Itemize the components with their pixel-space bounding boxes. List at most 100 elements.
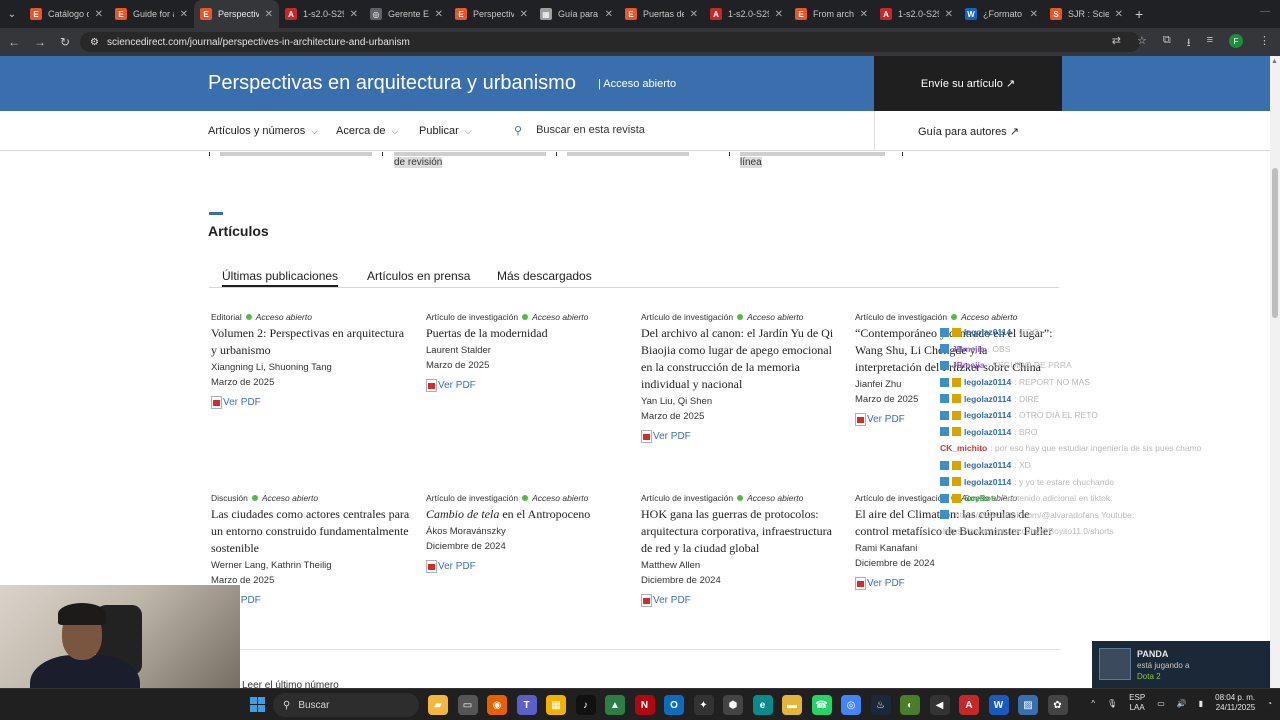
battery-icon[interactable]: ▮ bbox=[1199, 699, 1203, 708]
back-icon[interactable]: ← bbox=[8, 35, 20, 49]
tab-in-press[interactable]: Artículos en prensa bbox=[367, 269, 470, 283]
close-tab-icon[interactable]: ✕ bbox=[690, 9, 698, 20]
search-input[interactable]: Buscar en esta revista bbox=[536, 124, 645, 137]
store-icon[interactable]: ▦ bbox=[546, 695, 566, 715]
browser-tab[interactable]: E Catálogo de ✕ bbox=[24, 0, 109, 28]
url-bar[interactable]: ⚙ sciencedirect.com/journal/perspectives… bbox=[80, 32, 1140, 52]
edge-icon[interactable]: e bbox=[752, 695, 773, 715]
steam-notification[interactable]: PANDA está jugando a Dota 2 bbox=[1092, 641, 1270, 688]
bookmark-star-icon[interactable]: ☆ bbox=[1137, 34, 1147, 53]
network-icon[interactable]: ▭ bbox=[1157, 699, 1165, 708]
app-icon[interactable]: ✦ bbox=[693, 695, 714, 715]
close-tab-icon[interactable]: ✕ bbox=[350, 9, 358, 20]
app-icon[interactable]: ⬢ bbox=[723, 695, 743, 715]
reading-list-icon[interactable]: ≡ bbox=[1207, 34, 1213, 53]
netflix-icon[interactable]: N bbox=[634, 695, 655, 715]
browser-tab[interactable]: ◎ Gerente Ec ✕ bbox=[364, 0, 449, 28]
acrobat-icon[interactable]: A bbox=[959, 695, 979, 715]
extensions-icon[interactable]: ⧉ bbox=[1163, 34, 1171, 53]
search-icon[interactable]: ⚲ bbox=[514, 124, 522, 137]
browser-tab[interactable]: A 1-s2.0-S29 ✕ bbox=[874, 0, 959, 28]
tab-search-icon[interactable]: ⌄ bbox=[0, 0, 24, 28]
site-info-icon[interactable]: ⚙ bbox=[90, 37, 99, 48]
photos-icon[interactable]: ▨ bbox=[1018, 695, 1038, 715]
app-icon[interactable]: ◀ bbox=[929, 695, 950, 715]
view-pdf-link[interactable]: Ver PDF bbox=[641, 430, 841, 443]
nav-publish-menu[interactable]: Publicar ⌵ bbox=[419, 125, 472, 137]
volume-icon[interactable]: 🔊 bbox=[1177, 699, 1187, 708]
article-title-link[interactable]: Puertas de la modernidad bbox=[426, 325, 626, 342]
chevron-up-icon[interactable]: ^ bbox=[1091, 699, 1095, 708]
view-pdf-link[interactable]: Ver PDF bbox=[426, 560, 626, 573]
close-tab-icon[interactable]: ✕ bbox=[180, 9, 188, 20]
profile-avatar[interactable]: F bbox=[1229, 34, 1243, 48]
download-icon[interactable]: ⭳ bbox=[1187, 34, 1191, 53]
article-title-link[interactable]: Las ciudades como actores centrales para… bbox=[211, 506, 411, 557]
close-tab-icon[interactable]: ✕ bbox=[1115, 9, 1123, 20]
page-scrollbar[interactable]: ▲ bbox=[1270, 56, 1280, 688]
app-icon[interactable]: ◐ bbox=[900, 695, 920, 715]
forward-icon[interactable]: → bbox=[34, 35, 46, 49]
browser-tab[interactable]: ▦ Guía para ✕ bbox=[534, 0, 619, 28]
tab-latest[interactable]: Últimas publicaciones bbox=[222, 269, 339, 287]
file-icon[interactable]: ▭ bbox=[457, 695, 478, 715]
scrollbar-thumb[interactable] bbox=[1272, 168, 1278, 318]
view-pdf-link[interactable]: Ver PDF bbox=[641, 594, 841, 607]
browser-tab[interactable]: E Perspectiva ✕ bbox=[449, 0, 534, 28]
clock[interactable]: 08:04 p. m. 24/11/2025 bbox=[1215, 693, 1255, 713]
browser-tab[interactable]: E Puertas de ✕ bbox=[619, 0, 704, 28]
nav-articles-menu[interactable]: Artículos y números ⌵ bbox=[208, 125, 318, 137]
journal-search[interactable]: ⚲ Buscar en esta revista bbox=[514, 124, 645, 137]
journal-title[interactable]: Perspectivas en arquitectura y urbanismo bbox=[208, 72, 576, 95]
close-tab-icon[interactable]: ✕ bbox=[265, 9, 273, 20]
close-tab-icon[interactable]: ✕ bbox=[1030, 9, 1038, 20]
browser-tab[interactable]: A 1-s2.0-S29 ✕ bbox=[279, 0, 364, 28]
teams-icon[interactable]: T bbox=[516, 695, 537, 715]
translate-icon[interactable]: ⇄ bbox=[1112, 34, 1121, 53]
folder-icon[interactable]: ▰ bbox=[428, 695, 448, 715]
article-title-link[interactable]: HOK gana las guerras de protocolos: arqu… bbox=[641, 506, 841, 557]
chrome-icon[interactable]: ◎ bbox=[841, 695, 861, 715]
app-icon[interactable]: ✿ bbox=[1047, 695, 1068, 715]
mic-icon[interactable]: 🎙 bbox=[1107, 699, 1117, 708]
browser-tab[interactable]: S SJR : Scie ✕ bbox=[1044, 0, 1129, 28]
word-icon[interactable]: W bbox=[988, 695, 1009, 715]
app-icon[interactable]: ▲ bbox=[605, 695, 625, 715]
article-title-link[interactable]: Volumen 2: Perspectivas en arquitectura … bbox=[211, 325, 411, 359]
new-tab-button[interactable]: + bbox=[1135, 6, 1143, 22]
close-tab-icon[interactable]: ✕ bbox=[860, 9, 868, 20]
view-pdf-link[interactable]: Ver PDF bbox=[211, 594, 411, 607]
submit-article-button[interactable]: Envíe su artículo ↗ bbox=[874, 56, 1062, 111]
view-pdf-link[interactable]: Ver PDF bbox=[855, 577, 1055, 590]
explorer-icon[interactable]: ▬ bbox=[782, 695, 802, 715]
close-tab-icon[interactable]: ✕ bbox=[520, 9, 528, 20]
minimize-icon[interactable]: — bbox=[1260, 6, 1270, 17]
reload-icon[interactable]: ↻ bbox=[60, 35, 70, 49]
close-tab-icon[interactable]: ✕ bbox=[945, 9, 953, 20]
browser-tab[interactable]: E Perspectiva ✕ bbox=[194, 0, 279, 28]
notification-icon[interactable]: ◔ bbox=[1267, 699, 1272, 708]
guide-for-authors-link[interactable]: Guía para autores ↗ bbox=[874, 111, 1062, 151]
browser-tab[interactable]: E From archi ✕ bbox=[789, 0, 874, 28]
tab-most-downloaded[interactable]: Más descargados bbox=[497, 269, 592, 283]
language-indicator[interactable]: ESP LAA bbox=[1129, 693, 1145, 713]
nav-about-menu[interactable]: Acerca de ⌵ bbox=[336, 125, 398, 137]
browser-tab[interactable]: W ¿Formato ✕ bbox=[959, 0, 1044, 28]
view-pdf-link[interactable]: Ver PDF bbox=[426, 379, 626, 392]
firefox-icon[interactable]: ◉ bbox=[487, 695, 507, 715]
taskbar-search[interactable]: ⚲ Buscar bbox=[273, 693, 419, 717]
close-tab-icon[interactable]: ✕ bbox=[775, 9, 783, 20]
close-tab-icon[interactable]: ✕ bbox=[435, 9, 443, 20]
tiktok-icon[interactable]: ♪ bbox=[575, 695, 596, 715]
menu-kebab-icon[interactable]: ⋮ bbox=[1259, 34, 1270, 53]
start-button[interactable] bbox=[250, 697, 265, 712]
close-tab-icon[interactable]: ✕ bbox=[605, 9, 613, 20]
close-tab-icon[interactable]: ✕ bbox=[95, 9, 103, 20]
scroll-up-icon[interactable]: ▲ bbox=[1271, 58, 1278, 65]
browser-tab[interactable]: E Guide for a ✕ bbox=[109, 0, 194, 28]
browser-tab[interactable]: A 1-s2.0-S29 ✕ bbox=[704, 0, 789, 28]
whatsapp-icon[interactable]: ☎ bbox=[811, 695, 832, 715]
article-title-link[interactable]: Del archivo al canon: el Jardín Yu de Qi… bbox=[641, 325, 841, 393]
article-title-link[interactable]: Cambio de tela en el Antropoceno bbox=[426, 506, 626, 523]
outlook-icon[interactable]: O bbox=[664, 695, 684, 715]
